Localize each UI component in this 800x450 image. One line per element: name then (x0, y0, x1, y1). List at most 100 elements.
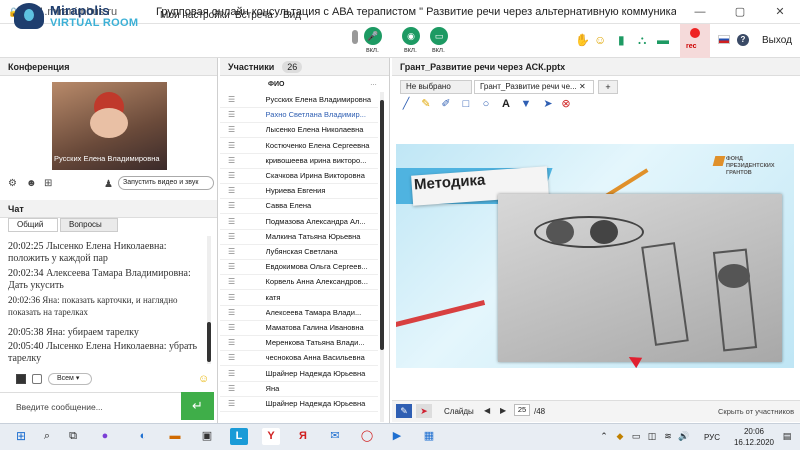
menu-icon[interactable]: ☰ (228, 308, 238, 317)
alice-icon[interactable]: ● (96, 428, 114, 445)
participant-row[interactable]: ☰ Корвель Анна Александров... (220, 274, 378, 291)
app-l-icon[interactable]: L (230, 428, 248, 445)
folder-icon[interactable]: ▬ (657, 33, 669, 47)
task-view-icon[interactable]: ⧉ (64, 428, 82, 445)
participant-row[interactable]: ☰ Лубянская Светлана (220, 244, 378, 260)
menu-icon[interactable]: ☰ (228, 323, 238, 332)
participant-row[interactable]: ☰ Нуриева Евгения (220, 183, 378, 200)
users-icon[interactable]: ☻ (26, 178, 37, 189)
participant-row[interactable]: ☰ Шрайнер Надежда Юрьевна (220, 396, 378, 412)
language-flag-icon[interactable] (718, 35, 730, 44)
tab-chat-general[interactable]: Общий (8, 218, 58, 232)
tab-presentation[interactable]: Грант_Развитие речи че... ✕ (474, 80, 594, 94)
clock-date[interactable]: 16.12.2020 (729, 438, 779, 447)
slide-canvas[interactable]: Методика ФОНД ПРЕЗИДЕНТСКИХ ГРАНТОВ (396, 144, 794, 368)
menu-settings[interactable]: Мои настройки (160, 10, 230, 21)
camera-icon[interactable]: ◉ (402, 27, 420, 45)
raise-hand-icon[interactable]: ✋ (575, 33, 590, 47)
participant-row[interactable]: ☰ Малкина Татьяна Юрьевна (220, 229, 378, 245)
wifi-icon[interactable]: ≋ (662, 428, 674, 445)
mail-icon[interactable]: ✉ (326, 428, 344, 445)
participant-row[interactable]: ☰ Савва Елена (220, 198, 378, 215)
menu-icon[interactable]: ☰ (228, 338, 238, 347)
participant-row[interactable]: ☰ Русских Елена Владимировна (220, 92, 378, 108)
participant-row[interactable]: ☰ чеснокова Анна Васильевна (220, 350, 378, 367)
windows-start-icon[interactable]: ⊞ (12, 428, 30, 445)
clear-tool-icon[interactable]: ⊗ (560, 98, 572, 110)
menu-icon[interactable]: ☰ (228, 95, 238, 104)
menu-icon[interactable]: ☰ (228, 125, 238, 134)
more-icon[interactable]: … (370, 80, 377, 87)
pointer-mode-icon[interactable]: ➤ (416, 404, 432, 418)
tray-app-icon[interactable]: ◆ (614, 428, 626, 445)
menu-icon[interactable]: ☰ (228, 262, 238, 271)
zoom-icon[interactable]: ▶ (388, 428, 406, 445)
conference-video[interactable]: Русских Елена Владимировна (52, 82, 167, 170)
network-icon[interactable]: ⛬ (638, 33, 646, 47)
menu-icon[interactable]: ☰ (228, 171, 238, 180)
yandex-browser-icon[interactable]: Y (262, 428, 280, 445)
participant-row[interactable]: ☰ Шрайнер Надежда Юрьевна (220, 366, 378, 382)
close-button[interactable]: ✕ (760, 0, 800, 24)
pen-mode-icon[interactable]: ✎ (396, 404, 412, 418)
ellipse-tool-icon[interactable]: ○ (480, 98, 492, 110)
participant-row[interactable]: ☰ Меренкова Татьяна Влади... (220, 335, 378, 352)
pen-tool-icon[interactable]: ✐ (440, 98, 452, 110)
fill-tool-icon[interactable]: ▼ (520, 98, 532, 110)
stats-icon[interactable]: ▮ (618, 33, 625, 47)
minimize-button[interactable]: — (680, 0, 720, 24)
tray-chevron-icon[interactable]: ⌃ (598, 428, 610, 445)
chat-scrollbar[interactable] (207, 236, 211, 364)
participant-row[interactable]: ☰ Лысенко Елена Николаевна (220, 122, 378, 139)
emoji-picker-icon[interactable]: ☺ (198, 373, 209, 385)
search-icon[interactable]: ⌕ (38, 428, 56, 445)
participant-row[interactable]: ☰ Яна (220, 381, 378, 397)
menu-icon[interactable]: ☰ (228, 232, 238, 241)
menu-icon[interactable]: ☰ (228, 156, 238, 165)
menu-meeting[interactable]: Встреча (235, 10, 273, 21)
tab-not-selected[interactable]: Не выбрано (400, 80, 472, 94)
participant-row[interactable]: ☰ Алексеева Тамара Влади... (220, 305, 378, 321)
recipient-select[interactable]: Всем ▾ (48, 373, 92, 385)
photos-icon[interactable]: ▦ (420, 428, 438, 445)
pointer-tool-icon[interactable]: ➤ (542, 98, 554, 110)
input-language[interactable]: РУС (704, 433, 720, 442)
marker-tool-icon[interactable]: ✎ (420, 98, 432, 110)
participant-row[interactable]: ☰ Скачкова Ирина Викторовна (220, 168, 378, 184)
menu-icon[interactable]: ☰ (228, 384, 238, 393)
menu-icon[interactable]: ☰ (228, 110, 238, 119)
participant-row[interactable]: ☰ кривошеева ирина викторо... (220, 153, 378, 169)
network-tray-icon[interactable]: ◫ (646, 428, 658, 445)
menu-icon[interactable]: ☰ (228, 353, 238, 362)
maximize-button[interactable]: ▢ (720, 0, 760, 24)
participant-row[interactable]: ☰ Маматова Галина Ивановна (220, 320, 378, 336)
color-picker-icon[interactable] (16, 374, 26, 384)
start-video-select[interactable]: Запустить видео и звук (118, 176, 214, 190)
text-tool-icon[interactable]: A (500, 98, 512, 110)
chat-input[interactable]: Введите сообщение... (0, 392, 181, 420)
add-tab-button[interactable]: + (598, 80, 618, 94)
notifications-icon[interactable]: ▤ (780, 428, 794, 445)
video-settings-icon[interactable]: ⚙ (8, 178, 17, 189)
participant-row[interactable]: ☰ катя (220, 290, 378, 306)
menu-icon[interactable]: ☰ (228, 186, 238, 195)
participants-scrollbar[interactable] (380, 92, 384, 422)
emoji-icon[interactable]: ☺ (594, 33, 606, 47)
folder-taskbar-icon[interactable]: ▬ (166, 428, 184, 445)
tab-close-icon[interactable]: ✕ (579, 82, 586, 91)
menu-icon[interactable]: ☰ (228, 293, 238, 302)
participant-row[interactable]: ☰ Евдокимова Ольга Сергеев... (220, 259, 378, 276)
next-slide-icon[interactable]: ▶ (500, 406, 506, 415)
rectangle-tool-icon[interactable]: □ (460, 98, 472, 110)
prev-slide-icon[interactable]: ◀ (484, 406, 490, 415)
exit-button[interactable]: Выход (762, 35, 792, 46)
format-icon[interactable] (32, 374, 42, 384)
yandex-icon[interactable]: Я (294, 428, 312, 445)
participant-row[interactable]: ☰ Рахно Светлана Владимир... (220, 107, 378, 124)
menu-icon[interactable]: ☰ (228, 399, 238, 408)
menu-icon[interactable]: ☰ (228, 277, 238, 286)
clock-time[interactable]: 20:06 (735, 427, 773, 436)
volume-slider[interactable] (352, 30, 358, 44)
mic-icon[interactable]: 🎤 (364, 27, 382, 45)
hide-from-participants[interactable]: Скрыть от участников (718, 407, 794, 416)
